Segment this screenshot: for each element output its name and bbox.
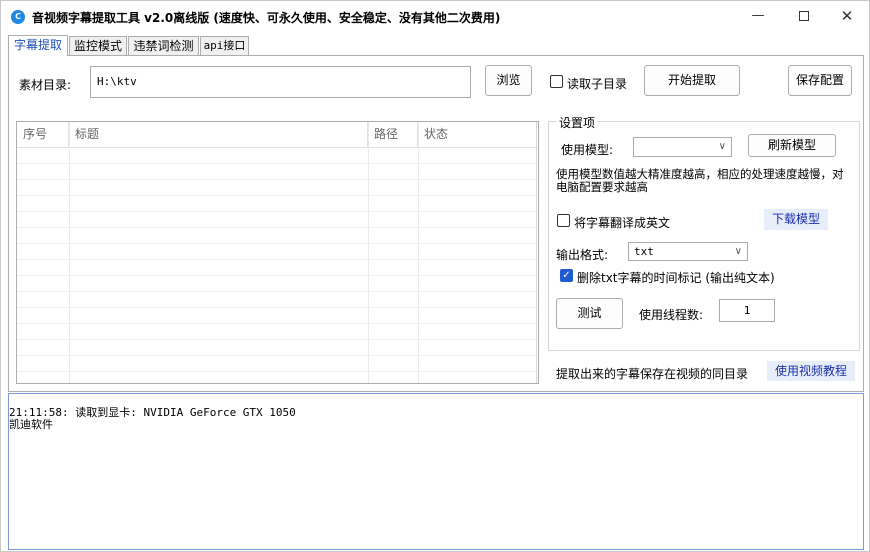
column-header-status[interactable]: 状态 bbox=[418, 122, 538, 148]
strip-timestamps-checkbox[interactable]: ✓ bbox=[560, 269, 573, 282]
window-title: 音视频字幕提取工具 v2.0离线版 (速度快、可永久使用、安全稳定、没有其他二次… bbox=[32, 11, 501, 25]
log-line: 21:11:58: 读取到显卡: NVIDIA GeForce GTX 1050 bbox=[9, 406, 296, 419]
table-row bbox=[17, 260, 538, 276]
table-row bbox=[17, 164, 538, 180]
table-row bbox=[17, 292, 538, 308]
table-row bbox=[17, 228, 538, 244]
translate-english-checkbox[interactable] bbox=[557, 214, 570, 227]
chevron-down-icon: ∨ bbox=[734, 246, 742, 257]
output-format-value: txt bbox=[634, 245, 654, 258]
maximize-icon bbox=[799, 10, 809, 21]
title-bar: C 音视频字幕提取工具 v2.0离线版 (速度快、可永久使用、安全稳定、没有其他… bbox=[1, 1, 869, 33]
model-label: 使用模型: bbox=[561, 143, 614, 157]
table-row bbox=[17, 356, 538, 372]
strip-timestamps-label: 删除txt字幕的时间标记 (输出纯文本) bbox=[577, 271, 775, 285]
log-output[interactable]: 21:11:58: 读取到显卡: NVIDIA GeForce GTX 1050… bbox=[8, 393, 864, 550]
maximize-button[interactable] bbox=[781, 1, 827, 31]
app-window: C 音视频字幕提取工具 v2.0离线版 (速度快、可永久使用、安全稳定、没有其他… bbox=[0, 0, 870, 552]
source-dir-input[interactable]: H:\ktv bbox=[90, 66, 471, 98]
read-subdir-checkbox[interactable] bbox=[550, 75, 563, 88]
table-row bbox=[17, 308, 538, 324]
table-row bbox=[17, 212, 538, 228]
tab-banned-words[interactable]: 违禁词检测 bbox=[128, 36, 199, 56]
column-header-index[interactable]: 序号 bbox=[17, 122, 69, 148]
close-button[interactable]: ✕ bbox=[824, 1, 870, 31]
tab-api[interactable]: api接口 bbox=[200, 36, 249, 56]
tab-monitor-mode[interactable]: 监控模式 bbox=[69, 36, 127, 56]
browse-button[interactable]: 浏览 bbox=[485, 65, 532, 96]
source-dir-label: 素材目录: bbox=[19, 78, 72, 92]
test-button[interactable]: 测试 bbox=[556, 298, 623, 329]
minimize-button[interactable]: — bbox=[735, 1, 781, 31]
output-format-label: 输出格式: bbox=[556, 248, 609, 262]
threads-label: 使用线程数: bbox=[639, 308, 704, 322]
table-row bbox=[17, 180, 538, 196]
output-format-select[interactable]: txt ∨ bbox=[628, 242, 748, 261]
threads-input[interactable]: 1 bbox=[719, 299, 775, 322]
tab-subtitle-extract[interactable]: 字幕提取 bbox=[8, 35, 68, 56]
file-table[interactable]: 序号 标题 路径 状态 bbox=[16, 121, 539, 384]
read-subdir-label: 读取子目录 bbox=[567, 77, 628, 91]
column-header-title[interactable]: 标题 bbox=[69, 122, 368, 148]
table-row bbox=[17, 340, 538, 356]
save-location-hint: 提取出来的字幕保存在视频的同目录 bbox=[556, 367, 749, 381]
settings-legend: 设置项 bbox=[556, 114, 599, 131]
model-select[interactable]: ∨ bbox=[633, 137, 732, 157]
column-header-path[interactable]: 路径 bbox=[368, 122, 418, 148]
download-model-button[interactable]: 下载模型 bbox=[764, 209, 828, 230]
translate-english-label: 将字幕翻译成英文 bbox=[574, 216, 671, 230]
video-tutorial-button[interactable]: 使用视频教程 bbox=[767, 361, 855, 381]
table-row bbox=[17, 276, 538, 292]
log-line: 凯迪软件 bbox=[9, 418, 53, 431]
chevron-down-icon: ∨ bbox=[718, 141, 726, 152]
start-extract-button[interactable]: 开始提取 bbox=[644, 65, 740, 96]
table-row bbox=[17, 196, 538, 212]
table-row bbox=[17, 148, 538, 164]
refresh-model-button[interactable]: 刷新模型 bbox=[748, 134, 836, 157]
table-row bbox=[17, 244, 538, 260]
table-header: 序号 标题 路径 状态 bbox=[17, 122, 538, 148]
table-row bbox=[17, 372, 538, 383]
app-logo-icon: C bbox=[11, 10, 25, 24]
table-row bbox=[17, 324, 538, 340]
save-config-button[interactable]: 保存配置 bbox=[788, 65, 852, 96]
model-hint-text: 使用模型数值越大精准度越高，相应的处理速度越慢，对电脑配置要求越高 bbox=[556, 167, 844, 194]
